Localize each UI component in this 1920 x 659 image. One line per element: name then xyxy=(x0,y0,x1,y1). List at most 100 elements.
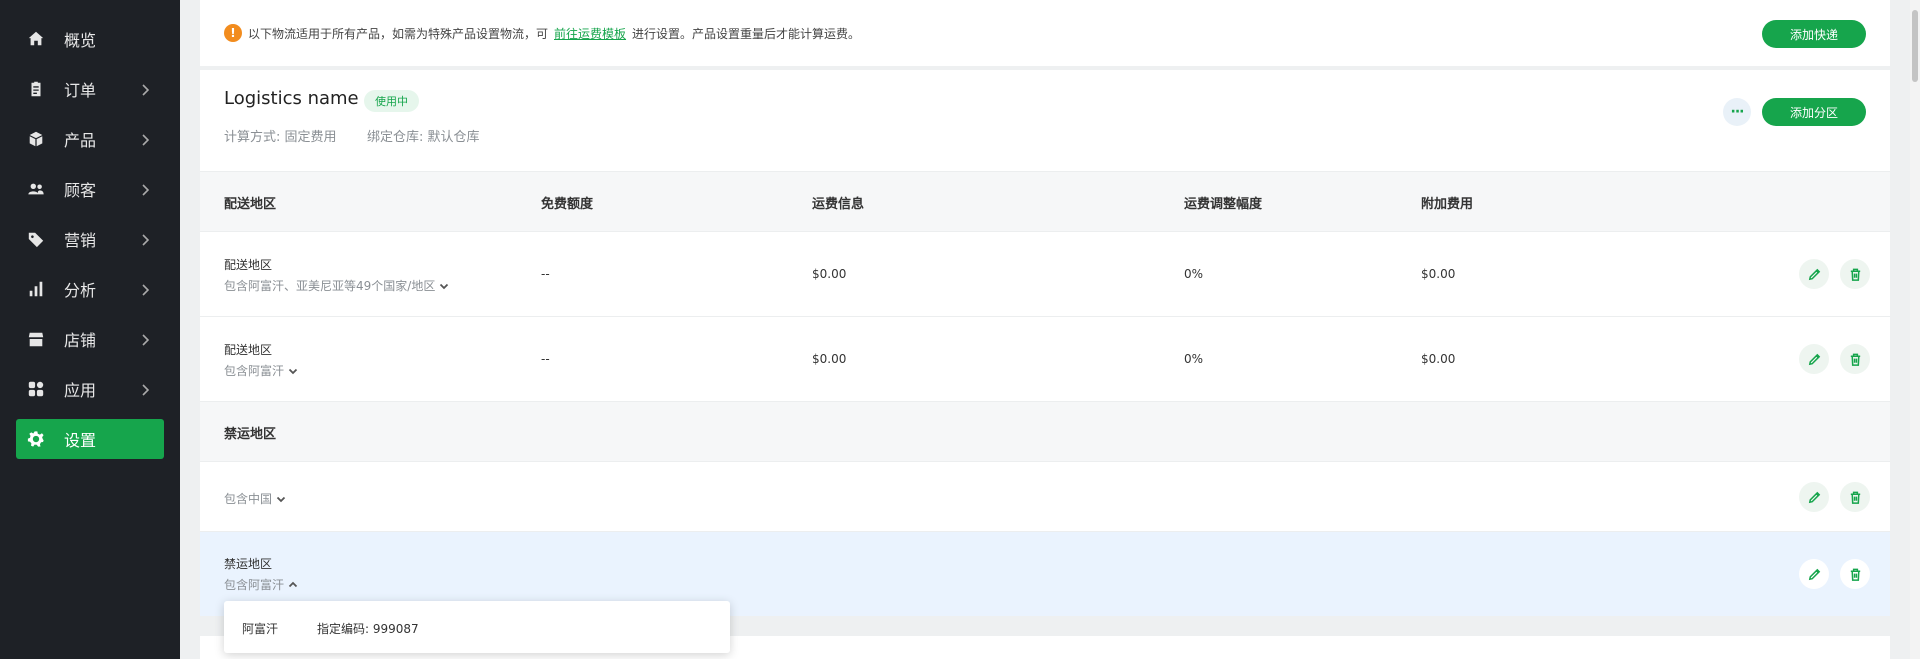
scrollbar-thumb[interactable] xyxy=(1912,10,1918,82)
table-row: 包含中国 xyxy=(200,461,1890,531)
free-quota: -- xyxy=(541,267,550,281)
pencil-icon xyxy=(1808,353,1820,365)
trash-icon xyxy=(1850,353,1860,366)
sidebar-item-products[interactable]: 产品 xyxy=(16,119,164,159)
extra-fee: $0.00 xyxy=(1421,267,1456,281)
status-badge: 使用中 xyxy=(364,90,419,112)
tag-icon xyxy=(26,229,46,249)
col-header-adjust: 运费调整幅度 xyxy=(1184,197,1263,212)
sidebar-item-apps[interactable]: 应用 xyxy=(16,369,164,409)
bar-chart-icon xyxy=(26,279,46,299)
chevron-right-icon xyxy=(138,232,152,246)
store-icon xyxy=(26,329,46,349)
sidebar-item-orders[interactable]: 订单 xyxy=(16,69,164,109)
notice-banner: ! 以下物流适用于所有产品，如需为特殊产品设置物流，可 前往运费模板 进行设置。… xyxy=(200,0,1890,66)
col-header-free: 免费额度 xyxy=(541,197,594,212)
trash-icon xyxy=(1850,568,1860,581)
restricted-header-label: 禁运地区 xyxy=(224,427,277,442)
restricted-detail-toggle[interactable]: 包含中国 xyxy=(224,490,286,507)
users-icon xyxy=(26,179,46,199)
chevron-down-icon xyxy=(288,368,298,374)
box-icon xyxy=(26,129,46,149)
apps-icon xyxy=(26,379,46,399)
zone-title: 配送地区 xyxy=(224,343,273,357)
chevron-right-icon xyxy=(138,182,152,196)
sidebar-item-customers[interactable]: 顾客 xyxy=(16,169,164,209)
free-quota: -- xyxy=(541,352,550,366)
col-header-zone: 配送地区 xyxy=(224,197,277,212)
sidebar-item-overview[interactable]: 概览 xyxy=(16,19,164,59)
col-header-extra: 附加费用 xyxy=(1421,197,1474,212)
edit-button[interactable] xyxy=(1799,259,1829,289)
chevron-right-icon xyxy=(138,332,152,346)
zone-detail-toggle[interactable]: 包含阿富汗、亚美尼亚等49个国家/地区 xyxy=(224,277,449,294)
add-courier-button[interactable]: 添加快递 xyxy=(1762,20,1866,48)
logistics-card: Logistics name 使用中 计算方式: 固定费用 绑定仓库: 默认仓库… xyxy=(200,70,1890,616)
popover-code: 指定编码: 999087 xyxy=(317,622,419,636)
clipboard-icon xyxy=(26,79,46,99)
table-header: 配送地区 免费额度 运费信息 运费调整幅度 附加费用 xyxy=(200,171,1890,231)
sidebar-item-label: 店铺 xyxy=(64,331,97,350)
chevron-up-icon xyxy=(288,581,298,587)
trash-icon xyxy=(1850,491,1860,504)
chevron-right-icon xyxy=(138,132,152,146)
more-options-button[interactable]: ··· xyxy=(1723,98,1751,126)
sidebar-item-label: 产品 xyxy=(64,131,97,150)
sidebar-item-label: 顾客 xyxy=(64,181,97,200)
calc-method: 计算方式: 固定费用 xyxy=(224,130,337,145)
sidebar-item-store[interactable]: 店铺 xyxy=(16,319,164,359)
sidebar-item-settings[interactable]: 设置 xyxy=(16,419,164,459)
popover-country: 阿富汗 xyxy=(242,622,279,636)
pencil-icon xyxy=(1808,268,1820,280)
edit-button[interactable] xyxy=(1799,344,1829,374)
restricted-detail: 包含阿富汗 xyxy=(224,578,285,592)
chevron-right-icon xyxy=(138,82,152,96)
edit-button[interactable] xyxy=(1799,559,1829,589)
sidebar-item-label: 设置 xyxy=(64,431,97,450)
pencil-icon xyxy=(1808,491,1820,503)
col-header-fee: 运费信息 xyxy=(812,197,865,212)
scrollbar[interactable] xyxy=(1910,0,1920,659)
table-row: 配送地区 包含阿富汗、亚美尼亚等49个国家/地区 -- $0.00 0% $0.… xyxy=(200,231,1890,316)
table-row: 配送地区 包含阿富汗 -- $0.00 0% $0.00 xyxy=(200,316,1890,401)
sidebar-item-marketing[interactable]: 营销 xyxy=(16,219,164,259)
warning-icon: ! xyxy=(224,24,242,42)
sidebar-item-label: 概览 xyxy=(64,31,97,50)
extra-fee: $0.00 xyxy=(1421,352,1456,366)
sidebar-item-analytics[interactable]: 分析 xyxy=(16,269,164,309)
gear-icon xyxy=(26,429,46,449)
zone-detail-toggle[interactable]: 包含阿富汗 xyxy=(224,362,298,379)
fee-adjust: 0% xyxy=(1184,352,1204,366)
chevron-down-icon xyxy=(276,496,286,502)
zone-title: 配送地区 xyxy=(224,258,273,272)
edit-button[interactable] xyxy=(1799,482,1829,512)
fee-info: $0.00 xyxy=(812,352,847,366)
zone-detail: 包含阿富汗 xyxy=(224,364,285,378)
notice-text-after: 进行设置。产品设置重量后才能计算运费。 xyxy=(632,26,861,41)
restricted-detail: 包含中国 xyxy=(224,492,273,506)
chevron-right-icon xyxy=(138,382,152,396)
add-zone-button[interactable]: 添加分区 xyxy=(1762,98,1866,126)
delete-button[interactable] xyxy=(1840,259,1870,289)
delete-button[interactable] xyxy=(1840,344,1870,374)
delete-button[interactable] xyxy=(1840,482,1870,512)
restricted-title: 禁运地区 xyxy=(224,557,273,571)
chevron-down-icon xyxy=(440,283,449,289)
zone-detail: 包含阿富汗、亚美尼亚等49个国家/地区 xyxy=(224,279,436,293)
logistics-name: Logistics name xyxy=(224,88,359,109)
fee-adjust: 0% xyxy=(1184,267,1204,281)
restricted-detail-toggle[interactable]: 包含阿富汗 xyxy=(224,576,298,593)
sidebar-item-label: 分析 xyxy=(64,281,97,300)
fee-info: $0.00 xyxy=(812,267,847,281)
trash-icon xyxy=(1850,268,1860,281)
home-icon xyxy=(26,29,46,49)
delete-button[interactable] xyxy=(1840,559,1870,589)
notice-text-before: 以下物流适用于所有产品，如需为特殊产品设置物流，可 xyxy=(248,26,549,41)
shipping-template-link[interactable]: 前往运费模板 xyxy=(554,25,626,42)
sidebar-item-label: 营销 xyxy=(64,231,97,250)
pencil-icon xyxy=(1808,568,1820,580)
sidebar-item-label: 应用 xyxy=(64,381,97,400)
restricted-header: 禁运地区 xyxy=(200,401,1890,461)
chevron-right-icon xyxy=(138,282,152,296)
region-popover: 阿富汗 指定编码: 999087 xyxy=(224,601,730,653)
